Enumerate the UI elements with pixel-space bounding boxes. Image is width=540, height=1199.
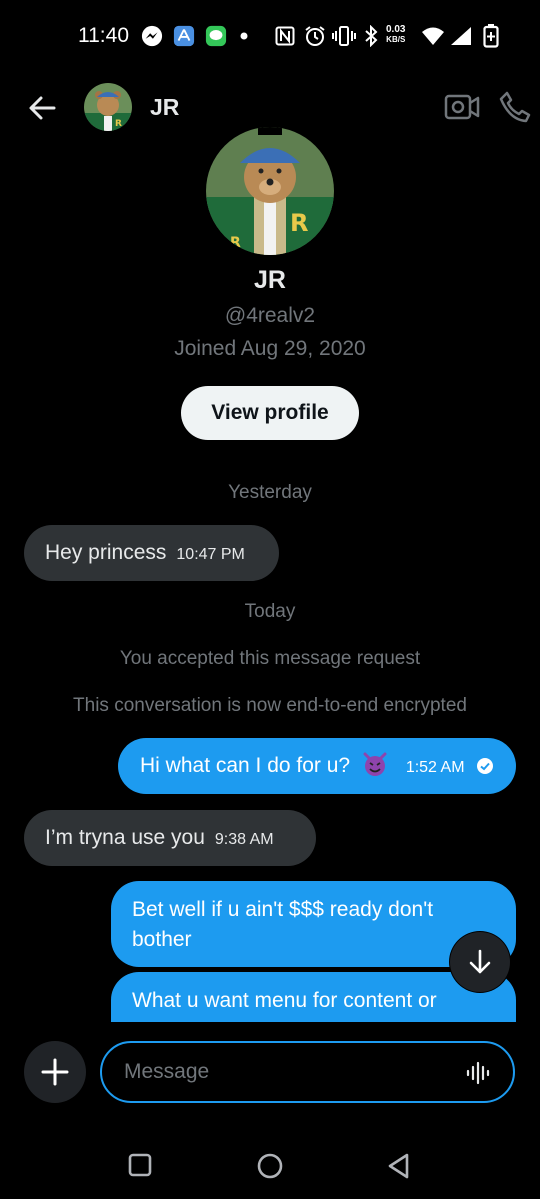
- phone-call-button[interactable]: [498, 90, 532, 124]
- seen-check-icon: [477, 758, 494, 774]
- message-time: 1:52 AM: [405, 759, 465, 776]
- waveform-icon: [466, 1061, 490, 1085]
- message-composer: [0, 1022, 540, 1122]
- message-text: What u want menu for content or: [132, 989, 437, 1012]
- message-bubble-incoming[interactable]: Hey princess 10:47 PM: [24, 525, 279, 581]
- battery-icon: [481, 24, 501, 48]
- status-bar: 11:40 0.03 KB/S: [0, 0, 540, 72]
- network-speed: 0.03 KB/S: [386, 25, 405, 45]
- message-text: I’m tryna use you: [45, 826, 205, 849]
- message-time: 10:47 PM: [176, 546, 245, 563]
- avatar[interactable]: R: [84, 83, 132, 131]
- svg-text:R: R: [230, 235, 241, 251]
- back-nav-button[interactable]: [385, 1152, 413, 1180]
- back-arrow-icon: [29, 96, 56, 120]
- phone-icon: [499, 91, 531, 123]
- back-button[interactable]: [24, 90, 60, 126]
- header-name[interactable]: JR: [150, 94, 179, 121]
- voice-message-button[interactable]: [466, 1060, 492, 1086]
- circle-icon: [257, 1153, 283, 1179]
- svg-text:R: R: [115, 119, 122, 129]
- smiling-devil-emoji-icon: [363, 752, 387, 776]
- network-speed-unit: KB/S: [386, 35, 406, 44]
- arrow-down-icon: [469, 949, 491, 974]
- scroll-to-bottom-button[interactable]: [450, 932, 510, 992]
- app-store-icon: [172, 24, 196, 48]
- alarm-icon: [304, 24, 326, 48]
- status-time: 11:40: [78, 24, 129, 47]
- message-text: Hi what can I do for u?: [140, 754, 351, 777]
- plus-icon: [41, 1058, 69, 1086]
- message-text: Bet well if u ain't $$$ ready don't both…: [132, 898, 434, 951]
- add-attachment-button[interactable]: [24, 1041, 86, 1103]
- wifi-icon: [420, 24, 446, 48]
- messages-icon: [204, 24, 228, 48]
- nfc-icon: [274, 24, 296, 48]
- system-message-encrypted: This conversation is now end-to-end encr…: [73, 695, 467, 716]
- profile-joined-date: Joined Aug 29, 2020: [174, 337, 366, 360]
- message-input[interactable]: [100, 1041, 515, 1103]
- message-text: Hey princess: [45, 541, 167, 564]
- video-call-button[interactable]: [444, 92, 480, 122]
- message-bubble-incoming[interactable]: I’m tryna use you 9:38 AM: [24, 810, 316, 866]
- video-camera-icon: [444, 94, 480, 120]
- vibrate-icon: [332, 24, 356, 48]
- network-speed-value: 0.03: [386, 24, 406, 35]
- profile-name: JR: [254, 266, 286, 294]
- home-button[interactable]: [256, 1152, 284, 1180]
- square-icon: [128, 1153, 152, 1177]
- view-profile-button[interactable]: View profile: [181, 386, 359, 440]
- system-message-accepted: You accepted this message request: [119, 648, 421, 669]
- bear-avatar-icon: R: [84, 83, 132, 131]
- triangle-back-icon: [388, 1153, 409, 1179]
- date-separator-today: Today: [244, 601, 296, 622]
- bear-avatar-icon: R R: [206, 127, 334, 255]
- bluetooth-icon: [362, 24, 380, 48]
- profile-avatar[interactable]: R R: [206, 127, 334, 255]
- message-bubble-outgoing[interactable]: Hi what can I do for u? 1:52 AM: [118, 738, 516, 794]
- signal-icon: [449, 24, 473, 48]
- svg-text:R: R: [290, 209, 308, 237]
- system-navigation-bar: [0, 1130, 540, 1199]
- messenger-icon: [140, 24, 164, 48]
- date-separator-yesterday: Yesterday: [228, 482, 312, 503]
- message-time: 9:38 AM: [214, 831, 274, 848]
- recents-button[interactable]: [127, 1152, 155, 1180]
- profile-handle: @4realv2: [224, 304, 316, 327]
- dot-icon: [238, 24, 250, 48]
